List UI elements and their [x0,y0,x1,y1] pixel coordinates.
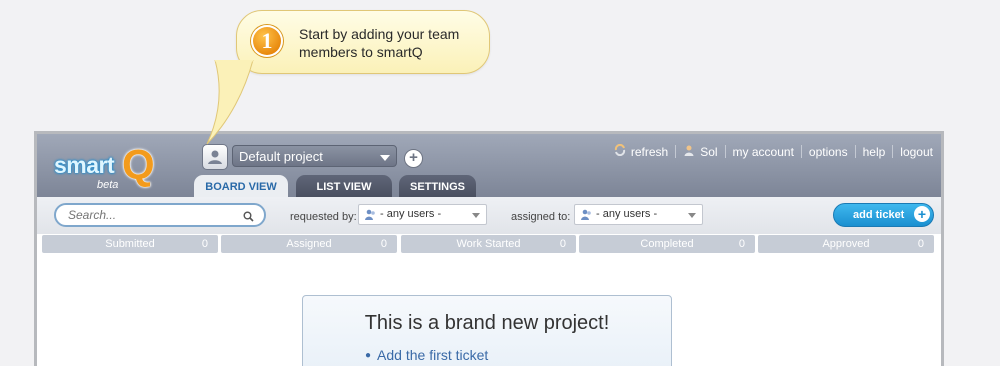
assigned-to-value: - any users - [596,208,658,220]
refresh-icon [614,143,626,159]
nav-divider [800,145,802,158]
options-link[interactable]: options [809,145,848,159]
onboarding-tooltip: 1 Start by adding your team members to s… [236,10,490,74]
plus-icon: + [914,206,930,222]
nav-divider [675,145,677,158]
assigned-to-label: assigned to: [511,211,571,223]
logo-letter: Q [122,141,155,188]
add-ticket-label: add ticket [853,209,905,221]
tooltip-text: Start by adding your team members to sma… [299,26,460,60]
refresh-link[interactable]: refresh [614,143,668,159]
tab-list-view[interactable]: LIST VIEW [296,175,392,197]
my-account-link[interactable]: my account [733,145,794,159]
column-count: 0 [917,238,924,250]
search-icon [243,209,254,227]
column-count: 0 [380,238,387,250]
project-select[interactable]: Default project [232,145,397,167]
add-project-button[interactable]: + [404,149,423,168]
users-icon [580,208,593,228]
logo-beta-label: beta [97,179,119,191]
logout-link[interactable]: logout [900,145,933,159]
column-count: 0 [738,238,745,250]
column-header-completed: Completed 0 [579,235,755,253]
project-select-value: Default project [239,149,323,164]
user-link[interactable]: Sol [683,144,718,159]
help-link[interactable]: help [863,145,886,159]
nav-divider [854,145,856,158]
add-ticket-button[interactable]: add ticket + [833,203,934,227]
smartq-logo[interactable]: smart Q beta [52,142,157,192]
users-icon [364,208,377,228]
chevron-down-icon [688,213,696,218]
requested-by-select[interactable]: - any users - [358,204,487,225]
column-header-assigned: Assigned 0 [221,235,397,253]
column-header-work-started: Work Started 0 [401,235,576,253]
empty-state-title: This is a brand new project! [364,312,610,334]
empty-project-panel: This is a brand new project! ● Add the fi… [302,295,672,366]
nav-divider [724,145,726,158]
assigned-to-select[interactable]: - any users - [574,204,703,225]
filter-bar: requested by: - any users - assigned to:… [37,197,941,234]
requested-by-label: requested by: [290,211,357,223]
app-header: smart Q beta Default project + refresh S… [37,134,941,197]
search-input[interactable] [66,207,235,223]
tooltip-pointer [206,60,254,145]
user-icon [683,144,695,159]
logo-word: smart [54,152,115,178]
tab-settings[interactable]: SETTINGS [399,175,476,197]
tab-board-view[interactable]: BOARD VIEW [194,175,288,197]
step-number-badge: 1 [251,25,283,57]
team-members-icon[interactable] [202,144,228,170]
search-box[interactable] [54,203,266,227]
chevron-down-icon [380,155,390,161]
column-header-submitted: Submitted 0 [42,235,218,253]
column-count: 0 [201,238,208,250]
chevron-down-icon [472,213,480,218]
app-window: smart Q beta Default project + refresh S… [34,131,944,366]
add-first-ticket-link[interactable]: ● Add the first ticket [365,347,488,363]
column-header-approved: Approved 0 [758,235,934,253]
bullet-icon: ● [365,350,372,361]
column-count: 0 [559,238,566,250]
nav-divider [892,145,894,158]
requested-by-value: - any users - [380,208,442,220]
top-navigation: refresh Sol my account options help logo… [614,143,933,159]
